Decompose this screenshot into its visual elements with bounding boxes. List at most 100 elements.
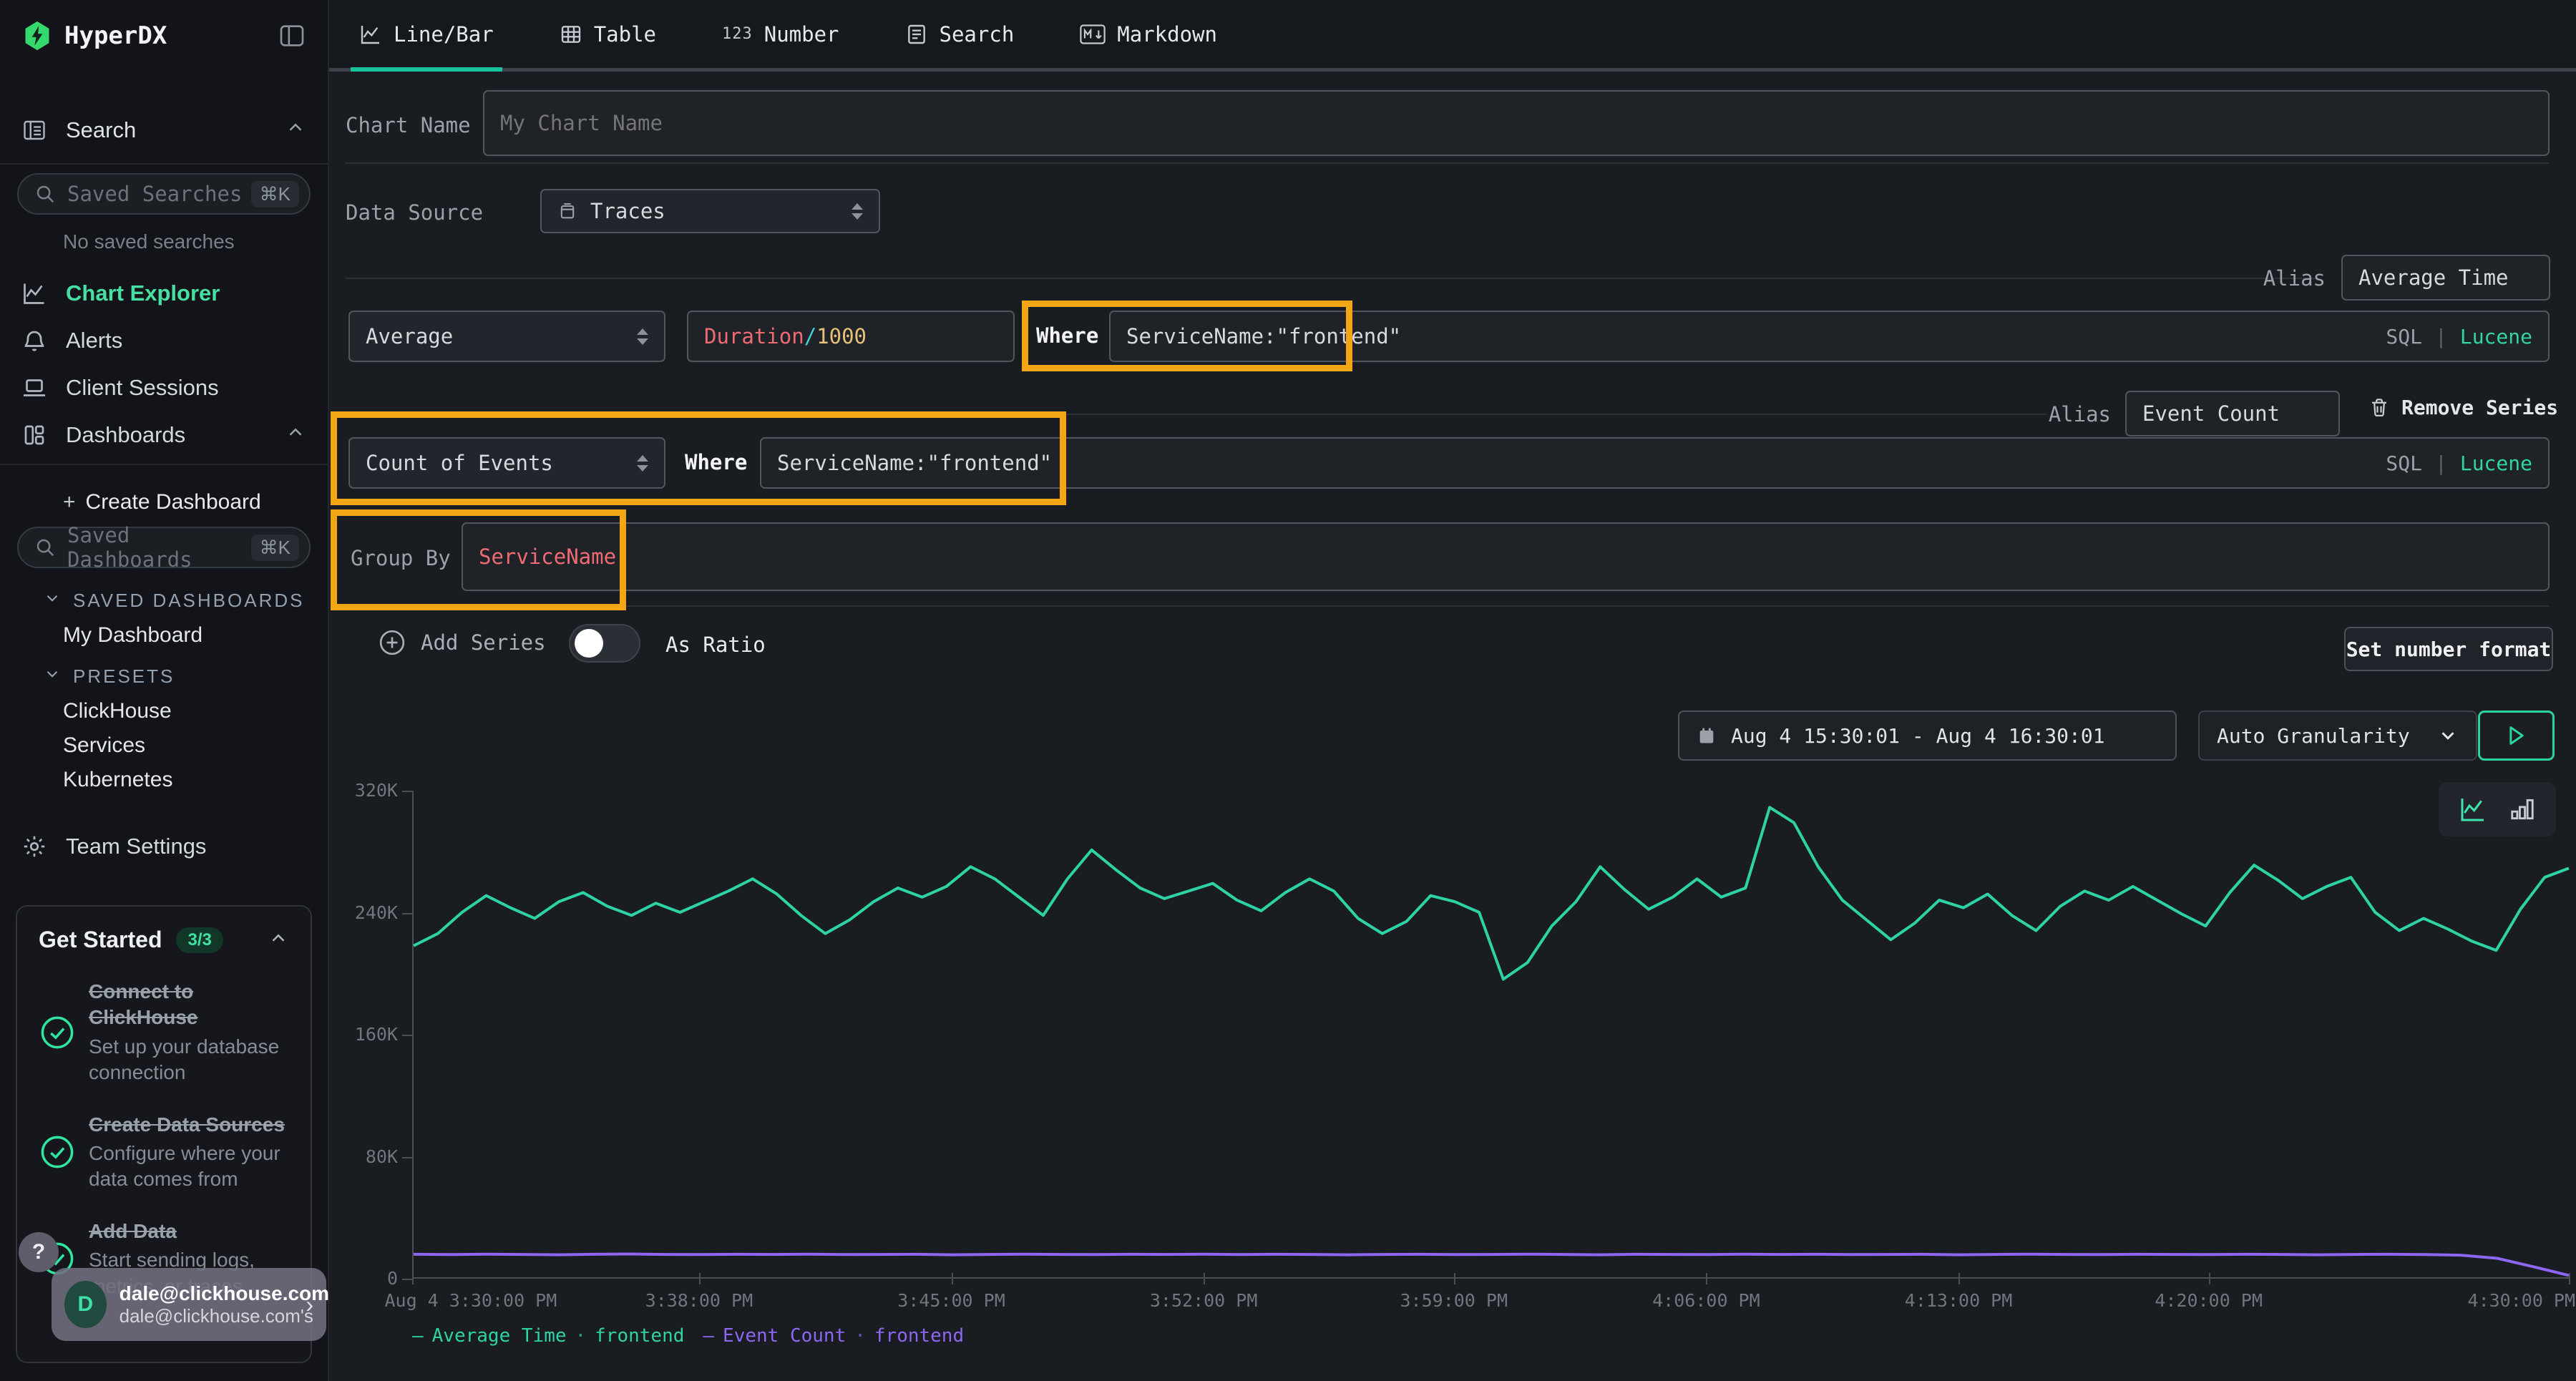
saved-dashboards-box[interactable]: Saved Dashboards ⌘K xyxy=(0,527,328,568)
group-label-text: SAVED DASHBOARDS xyxy=(73,590,304,612)
tab-table[interactable]: Table xyxy=(560,0,656,68)
group-by-value: ServiceName xyxy=(479,545,616,569)
tab-line-bar[interactable]: Line/Bar xyxy=(359,0,494,68)
dashboard-link-label: My Dashboard xyxy=(63,623,203,648)
get-started-title: Get Started xyxy=(39,927,162,953)
chevron-up-icon xyxy=(285,117,306,144)
legend-dot: · xyxy=(854,1325,866,1347)
sql-mode-toggle[interactable]: SQL xyxy=(2386,452,2422,475)
timeseries-chart[interactable] xyxy=(412,791,2569,1279)
series1-alias-value: Average Time xyxy=(2358,265,2509,290)
y-axis-label: 0 xyxy=(329,1268,398,1289)
step-desc: Configure where your data comes from xyxy=(89,1141,289,1193)
chevron-up-icon[interactable] xyxy=(268,927,289,952)
group-presets[interactable]: PRESETS xyxy=(0,661,328,691)
data-source-label: Data Source xyxy=(346,200,483,225)
y-axis-label: 240K xyxy=(329,902,398,923)
run-query-button[interactable] xyxy=(2478,711,2555,761)
series1-aggregation-select[interactable]: Average xyxy=(348,311,665,362)
x-axis-label: 4:13:00 PM xyxy=(1905,1290,2013,1311)
series1-aggregation-value: Average xyxy=(366,324,453,348)
sidebar-item-my-dashboard[interactable]: My Dashboard xyxy=(0,618,328,653)
user-account-button[interactable]: D dale@clickhouse.com dale@clickhouse.co… xyxy=(52,1268,326,1341)
chart-name-input[interactable] xyxy=(483,90,2550,156)
step-desc: Set up your database connection xyxy=(89,1034,289,1086)
set-number-format-label: Set number format xyxy=(2346,638,2552,661)
x-axis-label: 3:45:00 PM xyxy=(897,1290,1005,1311)
series2-aggregation-value: Count of Events xyxy=(366,451,553,475)
toggle-knob xyxy=(575,629,603,658)
sidebar-section-search[interactable]: Search xyxy=(0,107,328,153)
legend-label: Average Time xyxy=(432,1325,567,1347)
legend-marker: — xyxy=(412,1325,424,1347)
set-number-format-button[interactable]: Set number format xyxy=(2344,627,2553,671)
create-dashboard-button[interactable]: + Create Dashboard xyxy=(0,485,328,519)
sidebar-item-team-settings[interactable]: Team Settings xyxy=(0,826,328,867)
series2-alias-input[interactable]: Event Count xyxy=(2125,391,2340,436)
sidebar-item-clickhouse[interactable]: ClickHouse xyxy=(0,694,328,728)
alias-divider xyxy=(346,414,2046,415)
field-token-duration: Duration xyxy=(704,324,804,348)
series2-where-input[interactable]: ServiceName:"frontend" SQL | Lucene xyxy=(760,437,2550,489)
series1-where-label: Where xyxy=(1036,323,1098,348)
chart-name-label: Chart Name xyxy=(346,113,471,137)
field-token-1000: 1000 xyxy=(816,324,867,348)
tab-markdown[interactable]: Markdown xyxy=(1080,0,1217,68)
mode-separator: | xyxy=(2435,452,2447,475)
series-line-event-count xyxy=(414,1254,2569,1275)
sidebar-search-label: Search xyxy=(66,117,136,143)
series-line-average-time xyxy=(414,807,2569,979)
sidebar-item-services[interactable]: Services xyxy=(0,728,328,763)
gear-icon xyxy=(21,834,50,859)
number-123-icon: 123 xyxy=(722,25,753,43)
series2-where-value: ServiceName:"frontend" xyxy=(777,451,1052,475)
collapse-sidebar-icon[interactable] xyxy=(278,21,306,50)
add-series-label: Add Series xyxy=(421,630,546,655)
granularity-select[interactable]: Auto Granularity xyxy=(2198,711,2477,761)
calendar-icon xyxy=(1697,725,1717,746)
chart-canvas xyxy=(414,791,2569,1277)
sidebar-item-chart-explorer[interactable]: Chart Explorer xyxy=(0,273,328,313)
sidebar-divider xyxy=(0,464,328,465)
date-range-input[interactable]: Aug 4 15:30:01 - Aug 4 16:30:01 xyxy=(1678,711,2177,761)
add-series-button[interactable]: Add Series xyxy=(378,628,546,657)
sidebar-divider xyxy=(0,163,328,165)
legend-entry-event-count[interactable]: — Event Count · frontend xyxy=(703,1325,964,1347)
preset-link-label: ClickHouse xyxy=(63,699,172,723)
sidebar-item-client-sessions[interactable]: Client Sessions xyxy=(0,368,328,408)
tab-number[interactable]: 123 Number xyxy=(722,0,839,68)
y-axis-label: 80K xyxy=(329,1146,398,1167)
data-source-select[interactable]: Traces xyxy=(540,189,880,233)
series2-aggregation-select[interactable]: Count of Events xyxy=(348,437,665,489)
chevron-down-icon xyxy=(43,665,62,688)
remove-series-button[interactable]: Remove Series xyxy=(2368,395,2558,419)
lucene-mode-toggle[interactable]: Lucene xyxy=(2460,452,2532,475)
tab-search[interactable]: Search xyxy=(905,0,1015,68)
select-chevrons-icon xyxy=(852,203,863,220)
series1-where-input[interactable]: ServiceName:"frontend" SQL | Lucene xyxy=(1109,311,2550,362)
help-button[interactable]: ? xyxy=(19,1232,59,1272)
date-range-value: Aug 4 15:30:01 - Aug 4 16:30:01 xyxy=(1731,724,2105,748)
group-saved-dashboards[interactable]: SAVED DASHBOARDS xyxy=(0,585,328,615)
saved-searches-box[interactable]: Saved Searches ⌘K xyxy=(0,173,328,215)
series1-alias-input[interactable]: Average Time xyxy=(2341,255,2550,301)
get-started-step-connect[interactable]: Connect to ClickHouse Set up your databa… xyxy=(39,979,289,1086)
get-started-step-sources[interactable]: Create Data Sources Configure where your… xyxy=(39,1112,289,1193)
sql-mode-toggle[interactable]: SQL xyxy=(2386,325,2422,348)
legend-sublabel: frontend xyxy=(874,1325,964,1347)
check-circle-icon xyxy=(39,1014,89,1051)
legend-entry-average-time[interactable]: — Average Time · frontend xyxy=(412,1325,684,1347)
lucene-mode-toggle[interactable]: Lucene xyxy=(2460,325,2532,348)
sidebar-item-dashboards[interactable]: Dashboards xyxy=(0,415,328,455)
series1-field-input[interactable]: Duration/1000 xyxy=(687,311,1015,362)
sidebar-item-kubernetes[interactable]: Kubernetes xyxy=(0,763,328,797)
data-source-value: Traces xyxy=(590,199,665,223)
x-axis-label: 4:30:00 PM xyxy=(2468,1290,2576,1311)
tab-label: Search xyxy=(940,22,1015,47)
legend-sublabel: frontend xyxy=(595,1325,684,1347)
chevron-right-icon: › xyxy=(306,1292,313,1318)
group-by-input[interactable]: ServiceName xyxy=(462,522,2550,591)
as-ratio-toggle[interactable] xyxy=(569,624,640,663)
sidebar-item-alerts[interactable]: Alerts xyxy=(0,321,328,361)
sidebar: HyperDX Search Saved Searches ⌘K No save… xyxy=(0,0,329,1381)
